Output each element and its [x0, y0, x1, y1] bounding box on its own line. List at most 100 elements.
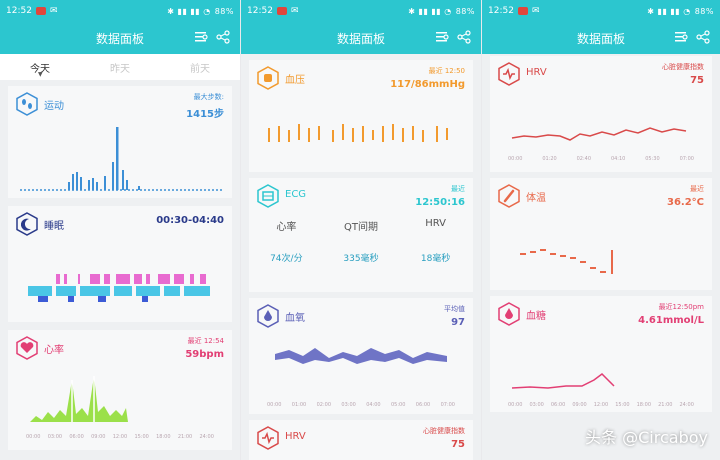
hrv-tick: 01:20	[542, 156, 557, 162]
glucose-tick: 03:00	[529, 402, 544, 408]
spo2-tick: 05:00	[390, 402, 406, 408]
glucose-title: 血糖	[526, 311, 546, 322]
heart-chart	[30, 376, 128, 422]
filter-icon[interactable]	[194, 30, 208, 44]
spo2-tick: 03:00	[341, 402, 356, 408]
ecg-header: QT间期	[343, 222, 378, 233]
glucose-tick: 12:00	[593, 402, 609, 408]
sleep-stat-value: 00:30-04:40	[156, 215, 224, 226]
page-title: 数据面板	[336, 31, 385, 46]
filter-icon[interactable]	[435, 30, 449, 44]
heart-tick: 15:00	[134, 434, 149, 440]
ecg-header: 心率	[276, 222, 297, 233]
heart-tick: 03:00	[47, 434, 63, 440]
ecg-stat-label: 最近	[451, 185, 465, 193]
hrv-tick: 05:30	[645, 156, 660, 162]
ecg-title: ECG	[285, 189, 307, 200]
spo2-tick: 01:00	[291, 402, 307, 408]
tab-yesterday[interactable]: 昨天	[110, 60, 130, 75]
glucose-tick: 18:00	[636, 402, 652, 408]
spo2-card[interactable]: 血氧 平均值 97 00:00 01:00 02:00 03:00 04:00 05:00 0…	[249, 298, 473, 414]
hrv-tick: 04:10	[610, 156, 626, 162]
bp-chart	[268, 124, 448, 142]
screen-more-vitals: 12:52 ✉ ✱ ▮▮ ▮▮ ◔ 88% 数据面板 HRV 心脏健康指数 75 00…	[482, 0, 720, 460]
hrv-chart	[511, 127, 687, 141]
heart-tick: 24:00	[199, 434, 214, 440]
heart-rate-card[interactable]: 心率 最近 12:54 59bpm 00:00 03:00 06:00 09:00 12:…	[8, 330, 232, 450]
battery-level: 88%	[214, 6, 234, 16]
hrv-title: HRV	[285, 431, 306, 442]
share-icon[interactable]	[457, 30, 471, 44]
heart-tick: 00:00	[26, 434, 41, 440]
spo2-tick: 04:00	[366, 402, 381, 408]
signal-icon: ✱ ▮▮ ▮▮ ◔	[408, 6, 452, 16]
hrv-card[interactable]: HRV 心脏健康指数 75 00:00 01:20 02:40 04:10 05:30 07…	[490, 56, 712, 172]
heart-tick: 21:00	[177, 434, 193, 440]
spo2-tick: 00:00	[267, 402, 282, 408]
app-notification-icon	[35, 7, 46, 15]
heart-tick: 09:00	[91, 434, 106, 440]
status-bar: 12:52 ✉ ✱ ▮▮ ▮▮ ◔ 88%	[241, 0, 481, 22]
status-time: 12:52	[488, 6, 514, 16]
spo2-tick: 07:00	[440, 402, 455, 408]
hrv-title: HRV	[526, 67, 547, 78]
sport-stat-label: 最大步数:	[193, 93, 224, 101]
hrv-tick: 02:40	[576, 156, 592, 162]
ecg-value: 335毫秒	[343, 254, 379, 264]
sport-stat-value: 1415步	[186, 109, 224, 120]
ecg-card[interactable]: ECG 最近 12:50:16 心率 QT间期 HRV 74次/分 335毫秒 18毫秒	[249, 178, 473, 292]
glucose-tick: 21:00	[658, 402, 673, 408]
heart-stat-label: 最近 12:54	[187, 337, 224, 345]
header-bar: 数据面板	[0, 22, 240, 54]
glucose-tick: 09:00	[572, 402, 587, 408]
blood-pressure-card[interactable]: 血压 最近 12:50 117/86mmHg	[249, 60, 473, 172]
page-title: 数据面板	[95, 31, 144, 46]
heart-icon	[16, 336, 38, 360]
bp-stat-value: 117/86mmHg	[390, 79, 465, 90]
sleep-title: 睡眠	[44, 221, 64, 232]
share-icon[interactable]	[216, 30, 230, 44]
glucose-tick: 15:00	[615, 402, 630, 408]
heart-tick: 18:00	[156, 434, 171, 440]
moon-icon	[16, 212, 38, 236]
footsteps-icon	[16, 92, 38, 116]
mail-icon: ✉	[49, 6, 58, 16]
sport-title: 运动	[44, 101, 64, 112]
glucose-stat-value: 4.61mmol/L	[638, 315, 704, 326]
temperature-card[interactable]: 体温 最近 36.2°C	[490, 178, 712, 290]
spo2-stat-label: 平均值	[444, 305, 465, 313]
share-icon[interactable]	[696, 30, 710, 44]
app-notification-icon	[276, 7, 287, 15]
hrv-stat-label: 心脏健康指数	[662, 63, 704, 71]
hrv-stat-label: 心脏健康指数	[423, 427, 465, 435]
glucose-chart	[511, 373, 615, 389]
ecg-metrics: 心率 QT间期 HRV 74次/分 335毫秒 18毫秒	[249, 218, 473, 282]
mail-icon: ✉	[290, 6, 299, 16]
ecg-icon	[257, 184, 279, 208]
battery-level: 88%	[694, 6, 714, 16]
sleep-card[interactable]: 睡眠 00:30-04:40	[8, 206, 232, 322]
glucose-card[interactable]: 血糖 最近12:50pm 4.61mmol/L 00:00 03:00 06:00 09…	[490, 296, 712, 412]
sport-chart	[20, 127, 222, 191]
hrv-icon	[498, 62, 520, 86]
temp-title: 体温	[526, 193, 546, 204]
sport-card[interactable]: 运动 最大步数: 1415步	[8, 86, 232, 198]
ecg-header: HRV	[425, 218, 447, 229]
screens: 12:52 ✉ ✱ ▮▮ ▮▮ ◔ 88% 数据面板 今天 昨天 前天 ▼ 运动 最…	[0, 0, 720, 460]
spo2-tick: 02:00	[316, 402, 332, 408]
app-notification-icon	[517, 7, 528, 15]
filter-icon[interactable]	[674, 30, 688, 44]
spo2-stat-value: 97	[451, 317, 465, 328]
tab-day-before[interactable]: 前天	[190, 60, 210, 75]
signal-icon: ✱ ▮▮ ▮▮ ◔	[167, 6, 211, 16]
heart-stat-value: 59bpm	[185, 349, 224, 360]
hrv-card-preview[interactable]: HRV 心脏健康指数 75	[249, 420, 473, 460]
heart-title: 心率	[44, 345, 64, 356]
glucose-tick: 06:00	[550, 402, 566, 408]
status-bar: 12:52 ✉ ✱ ▮▮ ▮▮ ◔ 88%	[482, 0, 720, 22]
watermark: 头条 @Circaboy	[585, 428, 708, 447]
hrv-stat-value: 75	[451, 439, 465, 450]
header-bar: 数据面板	[482, 22, 720, 54]
mail-icon: ✉	[531, 6, 540, 16]
glucose-stat-label: 最近12:50pm	[658, 303, 704, 311]
